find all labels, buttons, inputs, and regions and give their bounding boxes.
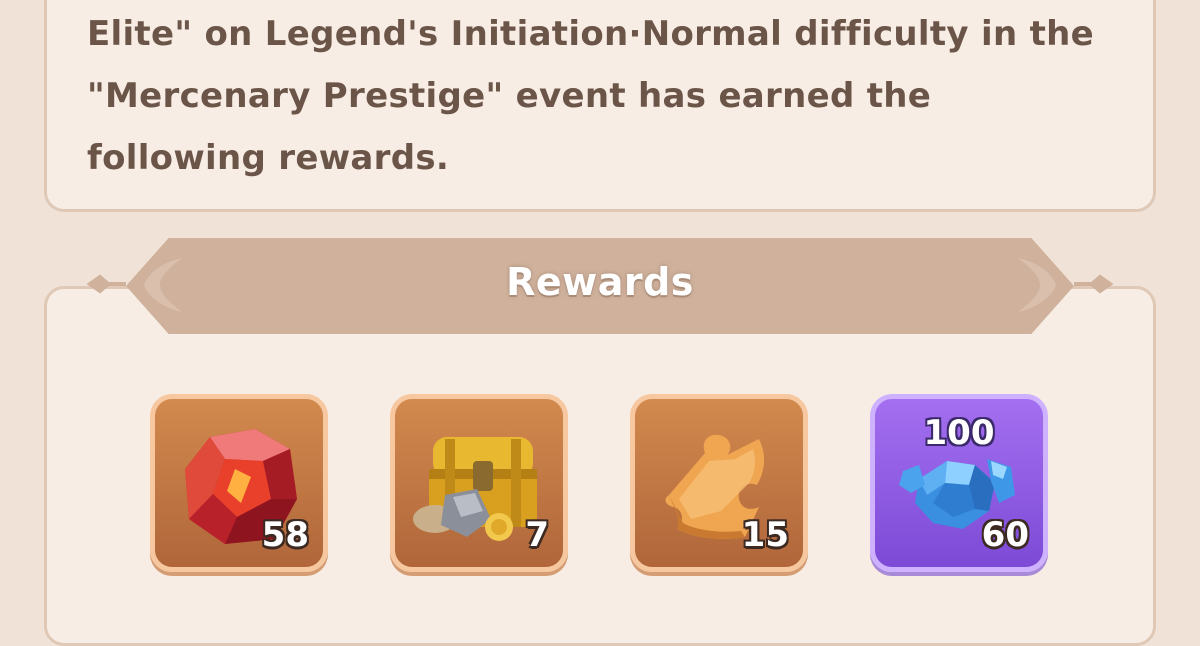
message-panel: Elite" on Legend's Initiation·Normal dif… bbox=[44, 0, 1156, 212]
rewards-ribbon: Rewards bbox=[126, 238, 1074, 334]
reward-slot-puzzle-piece[interactable]: 15 bbox=[630, 394, 808, 572]
reward-quantity: 7 bbox=[525, 515, 549, 555]
reward-quantity: 15 bbox=[741, 515, 789, 555]
ribbon-tail-left-icon bbox=[86, 269, 126, 299]
rewards-title: Rewards bbox=[506, 260, 694, 304]
ribbon-tail-right-icon bbox=[1074, 269, 1114, 299]
reward-message-text: Elite" on Legend's Initiation·Normal dif… bbox=[87, 14, 1095, 178]
reward-quantity: 58 bbox=[261, 515, 309, 555]
reward-quantity: 60 bbox=[981, 515, 1029, 555]
reward-slot-blue-gem[interactable]: 100 60 bbox=[870, 394, 1048, 572]
ribbon-flourish-left-icon bbox=[136, 250, 188, 320]
reward-slot-red-crystal[interactable]: 58 bbox=[150, 394, 328, 572]
ribbon-flourish-right-icon bbox=[1012, 250, 1064, 320]
reward-slot-treasure-chest[interactable]: 7 bbox=[390, 394, 568, 572]
